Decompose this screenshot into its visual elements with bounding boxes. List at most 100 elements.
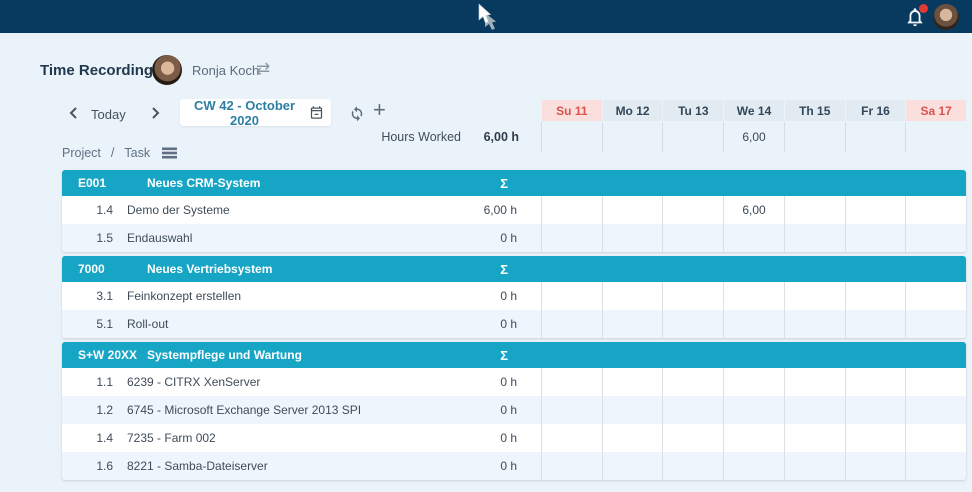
time-cell[interactable] [723, 224, 784, 252]
time-cell[interactable] [845, 368, 906, 396]
time-cell[interactable] [905, 396, 966, 424]
notifications-bell-icon[interactable] [904, 6, 926, 28]
time-cell[interactable] [541, 424, 602, 452]
time-cell[interactable] [662, 224, 723, 252]
time-cell[interactable] [662, 368, 723, 396]
task-row[interactable]: 1.4 7235 - Farm 002 0 h [62, 424, 966, 452]
hours-worked-value: 6,00 h [461, 130, 541, 144]
list-view-icon[interactable] [162, 147, 177, 159]
task-name: 6745 - Microsoft Exchange Server 2013 SP… [127, 403, 467, 417]
time-cell[interactable] [541, 224, 602, 252]
time-cell[interactable] [723, 396, 784, 424]
project-header-row[interactable]: S+W 20XX Systempflege und Wartung Σ [62, 342, 966, 368]
top-bar [0, 0, 972, 33]
hours-worked-row: Hours Worked 6,00 h 6,00 [62, 122, 966, 152]
day-total [602, 122, 663, 152]
refresh-icon[interactable] [348, 104, 366, 122]
time-cell[interactable] [905, 452, 966, 480]
time-cell[interactable] [845, 196, 906, 224]
time-cell[interactable] [784, 424, 845, 452]
task-total-hours: 0 h [467, 289, 541, 303]
task-name: 6239 - CITRX XenServer [127, 375, 467, 389]
time-cell[interactable] [541, 282, 602, 310]
task-row[interactable]: 1.4 Demo der Systeme 6,00 h 6,00 [62, 196, 966, 224]
time-cell[interactable] [662, 452, 723, 480]
time-cell[interactable] [723, 452, 784, 480]
time-cell[interactable] [602, 196, 663, 224]
task-number: 3.1 [62, 289, 113, 303]
sum-symbol: Σ [500, 176, 541, 191]
time-cell[interactable] [602, 424, 663, 452]
time-cell[interactable] [784, 310, 845, 338]
project-label: Project [62, 146, 101, 160]
day-header-tu: Tu 13 [663, 100, 723, 121]
time-cell[interactable] [723, 310, 784, 338]
time-cell[interactable] [905, 224, 966, 252]
employee-avatar[interactable] [152, 55, 182, 85]
time-cell[interactable] [905, 310, 966, 338]
project-header-row[interactable]: 7000 Neues Vertriebsystem Σ [62, 256, 966, 282]
time-cell[interactable] [784, 282, 845, 310]
project-code: E001 [62, 176, 147, 190]
time-cell[interactable] [845, 282, 906, 310]
add-entry-button[interactable]: + [373, 99, 386, 121]
time-cell[interactable] [602, 310, 663, 338]
previous-week-chevron-icon[interactable] [66, 105, 82, 121]
day-header-su: Su 11 [542, 100, 602, 121]
time-cell[interactable] [662, 396, 723, 424]
next-week-chevron-icon[interactable] [147, 105, 163, 121]
day-header-sa: Sa 17 [906, 100, 966, 121]
time-cell[interactable] [784, 368, 845, 396]
time-cell[interactable] [845, 224, 906, 252]
task-name: Roll-out [127, 317, 467, 331]
time-cell[interactable] [723, 282, 784, 310]
task-row[interactable]: 5.1 Roll-out 0 h [62, 310, 966, 338]
time-cell[interactable]: 6,00 [723, 196, 784, 224]
time-cell[interactable] [723, 368, 784, 396]
time-cell[interactable] [602, 452, 663, 480]
time-cell[interactable] [541, 196, 602, 224]
time-cell[interactable] [723, 424, 784, 452]
task-row[interactable]: 3.1 Feinkonzept erstellen 0 h [62, 282, 966, 310]
task-row[interactable]: 1.1 6239 - CITRX XenServer 0 h [62, 368, 966, 396]
time-cell[interactable] [784, 224, 845, 252]
time-cell[interactable] [541, 310, 602, 338]
task-number: 1.4 [62, 203, 113, 217]
time-cell[interactable] [541, 396, 602, 424]
time-cell[interactable] [845, 424, 906, 452]
time-cell[interactable] [905, 368, 966, 396]
time-cell[interactable] [662, 310, 723, 338]
calendar-icon [309, 105, 324, 120]
today-button[interactable]: Today [91, 107, 126, 122]
time-cell[interactable] [845, 310, 906, 338]
task-row[interactable]: 1.6 8221 - Samba-Dateiserver 0 h [62, 452, 966, 480]
time-cell[interactable] [845, 396, 906, 424]
project-header-row[interactable]: E001 Neues CRM-System Σ [62, 170, 966, 196]
time-cell[interactable] [541, 452, 602, 480]
task-number: 1.4 [62, 431, 113, 445]
time-cell[interactable] [541, 368, 602, 396]
time-cell[interactable] [602, 224, 663, 252]
time-cell[interactable] [662, 282, 723, 310]
task-row[interactable]: 1.2 6745 - Microsoft Exchange Server 201… [62, 396, 966, 424]
time-cell[interactable] [602, 396, 663, 424]
time-cell[interactable] [602, 282, 663, 310]
day-header-row: Su 11 Mo 12 Tu 13 We 14 Th 15 Fr 16 Sa 1… [541, 100, 966, 121]
time-cell[interactable] [905, 282, 966, 310]
day-header-th: Th 15 [785, 100, 845, 121]
time-cell[interactable] [784, 452, 845, 480]
time-cell[interactable] [662, 424, 723, 452]
time-cell[interactable] [905, 196, 966, 224]
project-task-label: Project / Task [62, 146, 177, 160]
task-row[interactable]: 1.5 Endauswahl 0 h [62, 224, 966, 252]
task-total-hours: 0 h [467, 231, 541, 245]
time-cell[interactable] [784, 396, 845, 424]
time-cell[interactable] [662, 196, 723, 224]
time-cell[interactable] [602, 368, 663, 396]
project-name: Neues CRM-System [147, 176, 500, 190]
time-cell[interactable] [784, 196, 845, 224]
time-cell[interactable] [845, 452, 906, 480]
time-cell[interactable] [905, 424, 966, 452]
switch-user-icon[interactable]: ⇄ [256, 59, 270, 79]
user-avatar[interactable] [933, 4, 959, 30]
